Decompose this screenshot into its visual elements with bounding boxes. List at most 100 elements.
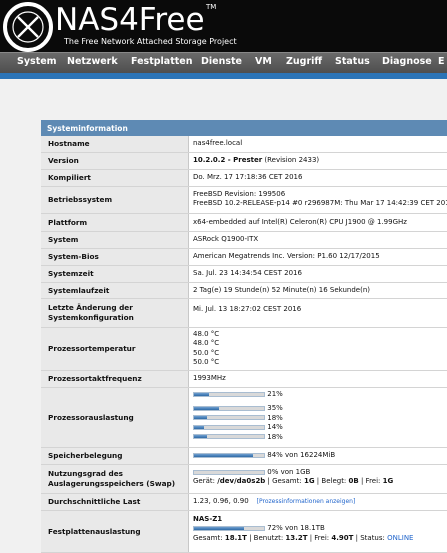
swap-device: /dev/da0s2b	[217, 477, 266, 486]
nav-netzwerk[interactable]: Netzwerk	[67, 56, 118, 67]
disk-used-label: | Benutzt:	[246, 533, 286, 542]
value-os-revision: FreeBSD Revision: 199506	[193, 190, 286, 198]
row-loadavg: Durchschnittliche Last 1.23, 0.96, 0.90 …	[41, 494, 447, 511]
row-compiled: Kompiliert Do. Mrz. 17 17:18:36 CET 2016	[41, 170, 447, 187]
cpu-temp-core-3: 50.0 °C	[193, 358, 220, 367]
logo-subtitle: The Free Network Attached Storage Projec…	[64, 37, 237, 46]
label-uptime: Systemlaufzeit	[41, 283, 189, 298]
disk-total: 18.1T	[224, 533, 247, 542]
nav-system[interactable]: System	[17, 56, 57, 67]
nav-status[interactable]: Status	[335, 56, 370, 67]
value-uptime: 2 Tag(e) 19 Stunde(n) 52 Minute(n) 16 Se…	[193, 285, 370, 294]
swap-used: 0B	[348, 477, 359, 486]
row-swap: Nutzungsgrad des Auslagerungsspeichers (…	[41, 465, 447, 494]
swap-usage: 0% von 1GB	[193, 468, 447, 477]
nav-extras[interactable]: E	[438, 56, 445, 67]
cpu-load-core-0-bar	[193, 405, 265, 411]
cpu-load-core-2-bar	[193, 424, 265, 430]
label-lastchange: Letzte Änderung der Systemkonfiguration	[41, 299, 189, 327]
nav-vm[interactable]: VM	[255, 56, 272, 67]
disk-usage-bar	[193, 525, 265, 531]
value-system: ASRock Q1900-ITX	[193, 235, 259, 244]
value-cpuload-cell: 21% 35% 18% 14% 18%	[193, 388, 447, 447]
system-information-panel: Systeminformation Hostname nas4free.loca…	[41, 120, 447, 553]
header-banner: NAS4Free TM The Free Network Attached St…	[0, 0, 447, 52]
label-version: Version	[41, 153, 189, 169]
cpu-load-core-1: 18%	[193, 414, 447, 423]
disk-usage: 72% von 18.1TB	[193, 524, 447, 533]
label-cpufreq: Prozessortaktfrequenz	[41, 371, 189, 387]
row-system: System ASRock Q1900-ITX	[41, 232, 447, 249]
cpu-temp-core-1: 48.0 °C	[193, 339, 220, 348]
trademark-mark: TM	[206, 3, 217, 11]
logo-title: NAS4Free	[55, 2, 205, 38]
memory-usage-text: 84% von 16224MiB	[267, 451, 336, 460]
cpu-load-core-1-bar	[193, 415, 265, 421]
value-compiled: Do. Mrz. 17 17:18:36 CET 2016	[193, 173, 303, 182]
row-cpuload: Prozessorauslastung 21% 35% 18% 14% 18%	[41, 388, 447, 448]
value-loadavg-cell: 1.23, 0.96, 0.90 [Prozessinformationen a…	[193, 494, 447, 510]
nav-zugriff[interactable]: Zugriff	[286, 56, 322, 67]
disk-status-label: | Status:	[353, 533, 388, 542]
value-cpufreq-cell: 1993MHz	[193, 371, 447, 387]
disk-used: 13.2T	[285, 533, 308, 542]
swap-free-label: | Frei:	[358, 477, 383, 486]
nav-dienste[interactable]: Dienste	[201, 56, 242, 67]
process-info-link[interactable]: [Prozessinformationen anzeigen]	[257, 497, 356, 506]
disk-usage-detail: Gesamt: 18.1T | Benutzt: 13.2T | Frei: 4…	[193, 534, 447, 543]
label-swap: Nutzungsgrad des Auslagerungsspeichers (…	[41, 465, 189, 493]
disk-usage-fill	[194, 526, 245, 530]
memory-usage-bar	[193, 452, 265, 458]
value-version-revision: (Revision 2433)	[262, 156, 320, 165]
nav-festplatten[interactable]: Festplatten	[131, 56, 193, 67]
value-loadavg: 1.23, 0.96, 0.90	[193, 497, 249, 506]
label-systime: Systemzeit	[41, 266, 189, 282]
value-system-cell: ASRock Q1900-ITX	[193, 232, 447, 248]
nas4free-logo-icon	[3, 2, 53, 52]
row-uptime: Systemlaufzeit 2 Tag(e) 19 Stunde(n) 52 …	[41, 283, 447, 299]
swap-total-label: | Gesamt:	[265, 477, 304, 486]
row-cputemp: Prozessortemperatur 48.0 °C 48.0 °C 50.0…	[41, 328, 447, 371]
value-hostname: nas4free.local	[193, 139, 243, 148]
row-platform: Plattform x64-embedded auf Intel(R) Cele…	[41, 214, 447, 232]
cpu-load-total-text: 21%	[267, 390, 283, 398]
cpu-load-core-3: 18%	[193, 433, 447, 442]
cpu-load-total: 21%	[193, 390, 447, 399]
cpu-temp-core-0: 48.0 °C	[193, 330, 220, 338]
row-bios: System-Bios American Megatrends Inc. Ver…	[41, 249, 447, 266]
value-uptime-cell: 2 Tag(e) 19 Stunde(n) 52 Minute(n) 16 Se…	[193, 283, 447, 298]
value-lastchange-cell: Mi. Jul. 13 18:27:02 CEST 2016	[193, 299, 447, 327]
cpu-load-core-2-text: 14%	[267, 423, 283, 432]
cpu-load-core-1-fill	[194, 416, 207, 420]
nav-diagnose[interactable]: Diagnose	[382, 56, 432, 67]
main-navigation: System Netzwerk Festplatten Dienste VM Z…	[0, 52, 447, 73]
label-memory: Speicherbelegung	[41, 448, 189, 464]
panel-title: Systeminformation	[41, 120, 447, 136]
value-diskusage-cell: NAS-Z1 72% von 18.1TB Gesamt: 18.1T | Be…	[193, 511, 447, 552]
swap-free: 1G	[382, 477, 394, 486]
row-hostname: Hostname nas4free.local	[41, 136, 447, 153]
value-compiled-cell: Do. Mrz. 17 17:18:36 CET 2016	[193, 170, 447, 186]
value-systime: Sa. Jul. 23 14:34:54 CEST 2016	[193, 269, 302, 278]
value-systime-cell: Sa. Jul. 23 14:34:54 CEST 2016	[193, 266, 447, 282]
disk-total-label: Gesamt:	[193, 533, 225, 542]
swap-usage-text: 0% von 1GB	[267, 468, 311, 476]
disk-free: 4.90T	[331, 533, 354, 542]
value-bios: American Megatrends Inc. Version: P1.60 …	[193, 252, 380, 261]
memory-usage: 84% von 16224MiB	[193, 451, 335, 460]
label-cputemp: Prozessortemperatur	[41, 328, 189, 370]
label-hostname: Hostname	[41, 136, 189, 152]
label-os: Betriebssystem	[41, 187, 189, 213]
cpu-load-core-2: 14%	[193, 423, 447, 432]
cpu-load-core-0: 35%	[193, 404, 447, 413]
cpu-load-total-bar	[193, 391, 265, 397]
label-loadavg: Durchschnittliche Last	[41, 494, 189, 510]
value-bios-cell: American Megatrends Inc. Version: P1.60 …	[193, 249, 447, 265]
row-systime: Systemzeit Sa. Jul. 23 14:34:54 CEST 201…	[41, 266, 447, 283]
value-os-cell: FreeBSD Revision: 199506 FreeBSD 10.2-RE…	[193, 187, 447, 213]
cpu-load-total-fill	[194, 392, 209, 396]
cpu-load-core-3-text: 18%	[267, 432, 283, 441]
value-hostname-cell: nas4free.local	[193, 136, 447, 152]
value-version-cell: 10.2.0.2 - Prester (Revision 2433)	[193, 153, 447, 169]
value-cpufreq: 1993MHz	[193, 374, 226, 383]
